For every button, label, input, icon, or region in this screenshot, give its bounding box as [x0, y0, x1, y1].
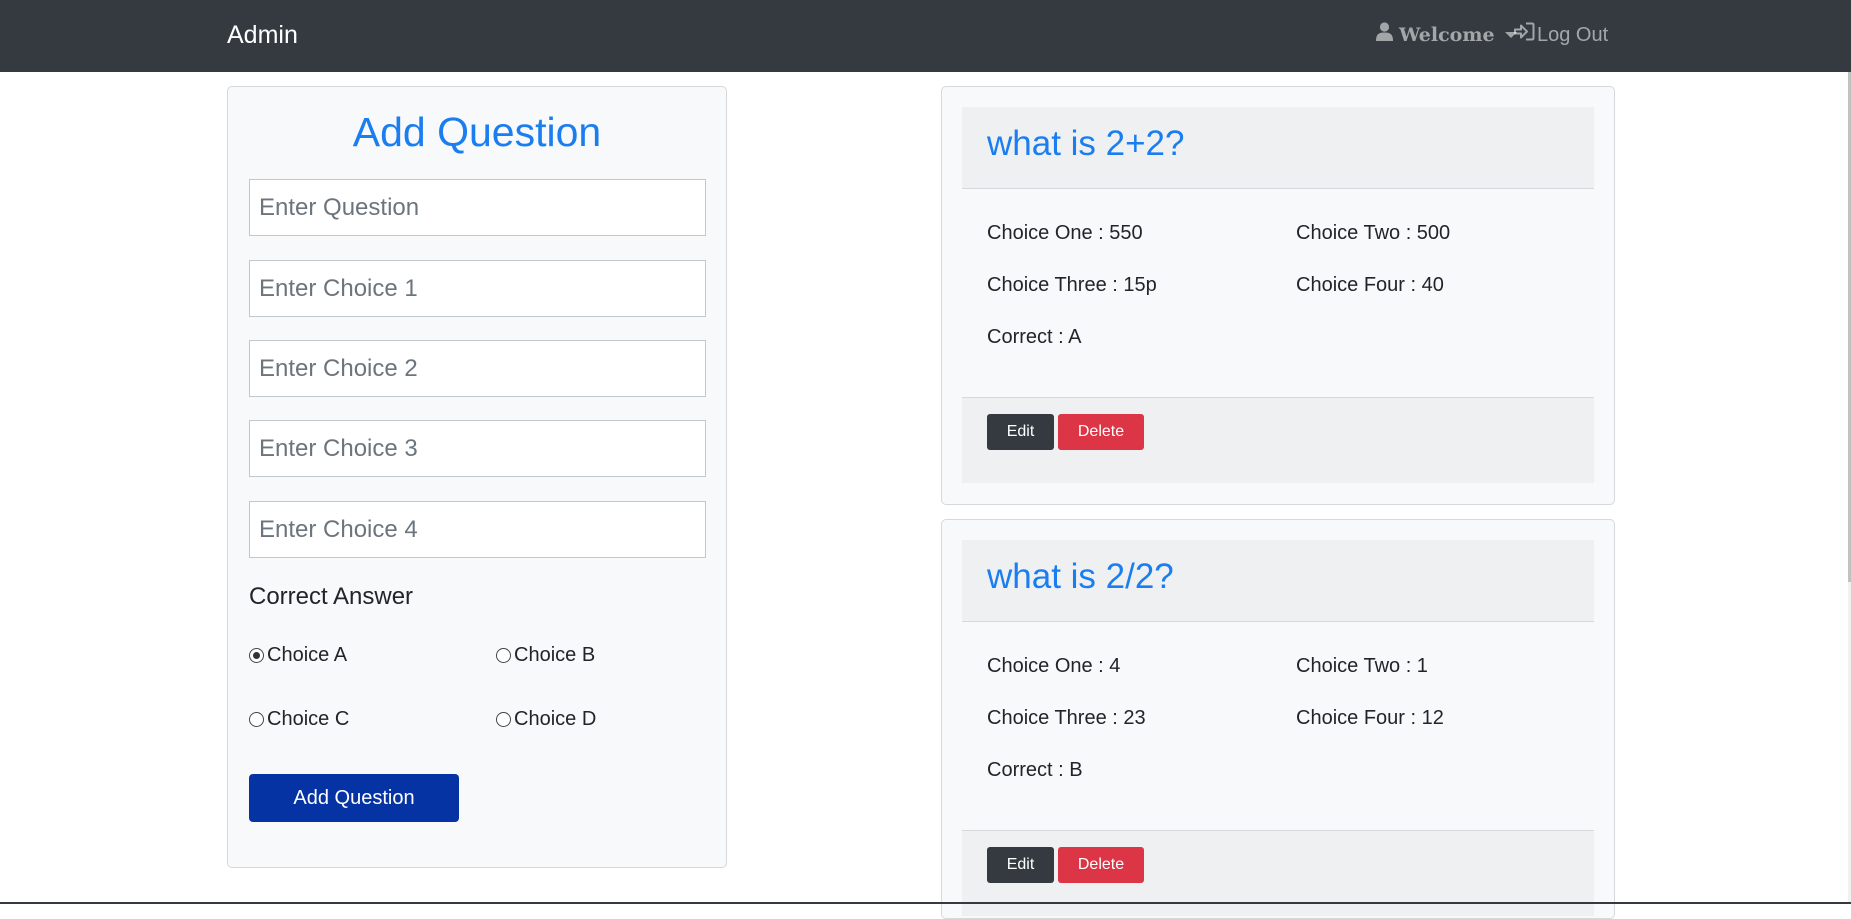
choice-1-input[interactable]	[249, 260, 706, 317]
edit-button[interactable]: Edit	[987, 847, 1054, 883]
user-icon	[1376, 22, 1393, 48]
radio-choice-c[interactable]: Choice C	[249, 707, 349, 731]
radio-choice-d-label: Choice D	[514, 708, 597, 730]
welcome-dropdown[interactable]: Welcome	[1376, 22, 1517, 48]
radio-checked-icon[interactable]	[249, 647, 264, 663]
choice-four-text: Choice Four : 12	[1296, 707, 1444, 729]
choice-two-text: Choice Two : 500	[1296, 222, 1451, 244]
question-card-footer: Edit Delete	[962, 397, 1594, 483]
brand-link[interactable]: Admin	[227, 20, 298, 50]
radio-unchecked-icon[interactable]	[249, 711, 264, 727]
radio-choice-c-label: Choice C	[267, 708, 350, 730]
logout-link[interactable]: Log Out	[1514, 22, 1608, 48]
form-title: Add Question	[352, 109, 602, 155]
radio-choice-a[interactable]: Choice A	[249, 643, 347, 667]
question-card: what is 2+2? Choice One : 550 Choice Two…	[941, 86, 1615, 505]
choice-four-text: Choice Four : 40	[1296, 274, 1444, 296]
delete-button[interactable]: Delete	[1058, 414, 1144, 450]
choice-2-input[interactable]	[249, 340, 706, 397]
radio-choice-b-label: Choice B	[514, 644, 596, 666]
correct-answer-text: Correct : A	[987, 326, 1082, 348]
choice-3-input[interactable]	[249, 420, 706, 477]
choice-one-text: Choice One : 550	[987, 222, 1143, 244]
radio-choice-d[interactable]: Choice D	[496, 707, 596, 731]
correct-answer-text: Correct : B	[987, 759, 1083, 781]
add-question-form: Add Question Correct Answer Choice A Cho…	[227, 86, 727, 868]
correct-answer-label: Correct Answer	[249, 583, 414, 610]
choice-one-text: Choice One : 4	[987, 655, 1121, 677]
welcome-label: Welcome	[1399, 24, 1495, 46]
add-question-button[interactable]: Add Question	[249, 774, 459, 822]
navbar: Admin Welcome Log Out	[0, 0, 1851, 72]
question-title: what is 2+2?	[987, 124, 1185, 163]
radio-unchecked-icon[interactable]	[496, 711, 511, 727]
edit-button[interactable]: Edit	[987, 414, 1054, 450]
question-card-header: what is 2+2?	[962, 107, 1594, 189]
question-card: what is 2/2? Choice One : 4 Choice Two :…	[941, 519, 1615, 919]
choice-three-text: Choice Three : 23	[987, 707, 1146, 729]
radio-choice-a-label: Choice A	[267, 644, 348, 666]
radio-choice-b[interactable]: Choice B	[496, 643, 595, 667]
sign-in-icon	[1514, 22, 1535, 48]
choice-three-text: Choice Three : 15p	[987, 274, 1157, 296]
delete-button[interactable]: Delete	[1058, 847, 1144, 883]
choice-4-input[interactable]	[249, 501, 706, 558]
question-card-header: what is 2/2?	[962, 540, 1594, 622]
question-title: what is 2/2?	[987, 557, 1174, 596]
choice-two-text: Choice Two : 1	[1296, 655, 1428, 677]
radio-unchecked-icon[interactable]	[496, 647, 511, 663]
question-input[interactable]	[249, 179, 706, 236]
logout-label: Log Out	[1537, 24, 1609, 46]
